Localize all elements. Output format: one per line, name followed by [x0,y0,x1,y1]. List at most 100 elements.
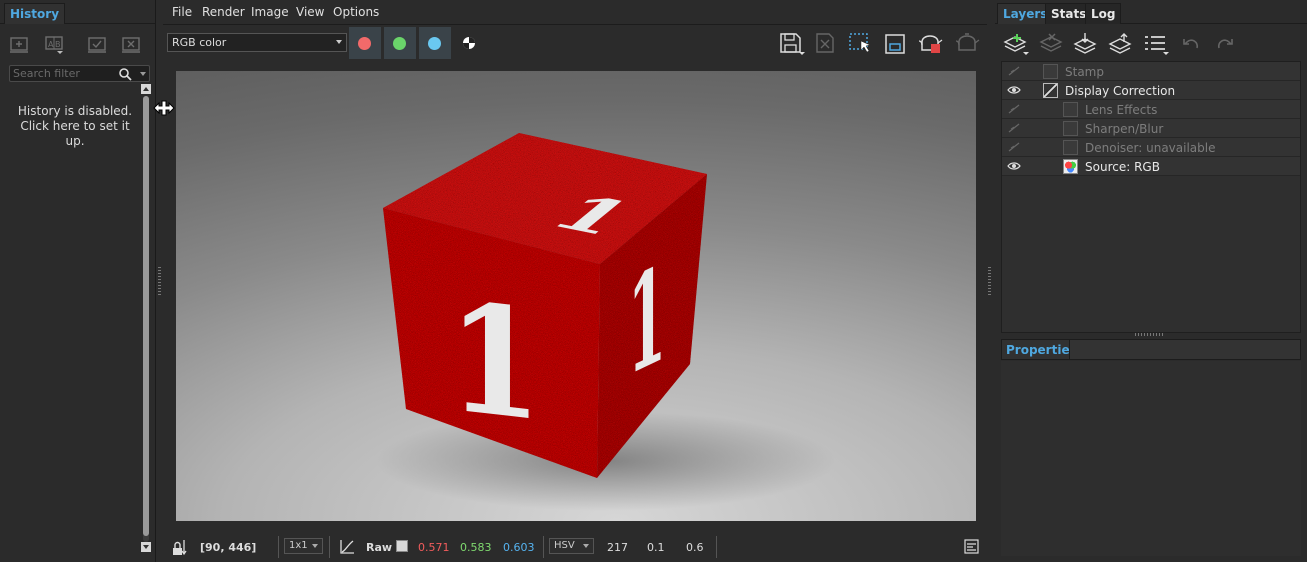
value-value: 0.6 [686,541,704,554]
menu-options[interactable]: Options [333,5,379,19]
move-layer-up-icon[interactable] [1108,32,1132,56]
menu-view[interactable]: View [296,5,324,19]
scroll-up-icon[interactable] [141,84,151,94]
separator [543,536,544,558]
close-image-icon[interactable] [811,31,839,57]
blue-value: 0.603 [503,541,535,554]
alpha-channel-icon[interactable] [462,36,476,50]
green-channel-icon [393,37,406,50]
history-scrollbar[interactable] [141,84,151,554]
add-snapshot-icon[interactable] [8,33,30,55]
view-toolbar: RGB color [163,26,988,62]
left-splitter[interactable] [157,0,162,562]
tab-history[interactable]: History [4,3,66,24]
red-channel-icon [358,37,371,50]
layers-panel: Layers Stats Log Stamp Display Correction… [995,0,1307,562]
stop-render-icon[interactable] [916,31,944,57]
undo-icon[interactable] [1181,34,1201,54]
layers-toolbar [1003,32,1243,58]
info-panel-icon[interactable] [964,539,979,554]
pixel-coordinates: [90, 446] [200,541,257,554]
svg-text:B: B [55,40,61,49]
layer-row[interactable]: Denoiser: unavailable [1002,138,1300,157]
history-toolbar: AB [8,33,148,55]
blue-channel-icon [428,37,441,50]
search-icon[interactable] [118,67,132,81]
add-layer-icon[interactable] [1003,32,1029,56]
eye-icon[interactable] [1007,84,1021,96]
blue-channel-button[interactable] [419,27,451,59]
fit-to-window-icon[interactable] [881,31,909,57]
layer-type-icon [1063,102,1078,117]
horizontal-splitter[interactable] [1135,333,1165,336]
cube-left-label: 1 [448,269,542,456]
properties-body [1001,361,1301,556]
scroll-thumb[interactable] [143,96,149,536]
move-layer-down-icon[interactable] [1073,32,1097,56]
separator [329,536,330,558]
layer-type-icon [1063,121,1078,136]
history-search-box [9,65,150,82]
cube-right-label: 1 [628,235,666,406]
history-tab-strip: History [0,3,155,24]
chevron-down-icon [336,40,342,44]
redo-icon[interactable] [1215,34,1235,54]
eye-icon[interactable] [1007,160,1021,172]
properties-header: Properties [1001,339,1301,360]
save-snapshot-icon[interactable] [86,33,108,55]
tab-log[interactable]: Log [1085,3,1122,24]
right-splitter[interactable] [987,0,992,562]
red-channel-button[interactable] [349,27,381,59]
menu-file[interactable]: File [172,5,192,19]
region-select-icon[interactable] [847,31,875,57]
status-bar: [90, 446] 1x1 Raw 0.571 0.583 0.603 HSV … [163,530,988,562]
history-disabled-message[interactable]: History is disabled. Click here to set i… [10,104,140,149]
eye-hidden-icon[interactable] [1007,122,1021,134]
chevron-down-icon[interactable] [139,70,147,78]
rendered-cube-image: 1 1 1 [376,133,836,511]
scroll-down-icon[interactable] [141,542,151,552]
layer-row[interactable]: Stamp [1002,62,1300,81]
main-view: File Render Image View Options RGB color [163,0,988,562]
curve-icon[interactable] [338,538,356,556]
layer-row[interactable]: Source: RGB [1002,157,1300,176]
search-input[interactable] [13,66,115,81]
green-channel-button[interactable] [384,27,416,59]
color-space-select[interactable]: HSV [549,538,594,554]
sample-size-value: 1x1 [289,540,308,551]
svg-text:A: A [48,40,54,49]
history-message-line1: History is disabled. [17,104,133,118]
render-viewport[interactable]: 1 1 1 [176,71,976,521]
channel-select[interactable]: RGB color [167,33,347,52]
menubar: File Render Image View Options [163,0,988,25]
eye-hidden-icon[interactable] [1007,141,1021,153]
remove-layer-icon[interactable] [1039,32,1063,56]
layer-list-menu-icon[interactable] [1143,32,1171,56]
color-space-value: HSV [554,540,575,551]
right-tab-strip: Layers Stats Log [995,3,1307,24]
eye-hidden-icon[interactable] [1007,103,1021,115]
layer-row[interactable]: Sharpen/Blur [1002,119,1300,138]
eye-hidden-icon[interactable] [1007,65,1021,77]
resize-cursor-icon [153,100,175,116]
compare-ab-icon[interactable]: AB [43,33,65,55]
pin-lock-icon[interactable] [172,538,190,556]
start-render-icon[interactable] [953,31,981,57]
chevron-down-icon [312,544,318,548]
layer-row[interactable]: Display Correction [1002,81,1300,100]
delete-snapshot-icon[interactable] [120,33,142,55]
red-value: 0.571 [418,541,450,554]
menu-image[interactable]: Image [251,5,289,19]
layer-row[interactable]: Lens Effects [1002,100,1300,119]
layer-type-icon [1043,64,1058,79]
chevron-down-icon [583,544,589,548]
save-image-icon[interactable] [777,31,805,57]
separator [278,536,279,558]
menu-render[interactable]: Render [202,5,245,19]
hue-value: 217 [607,541,628,554]
layer-name: Lens Effects [1085,103,1158,117]
green-value: 0.583 [460,541,492,554]
layers-list: Stamp Display Correction Lens Effects Sharp… [1001,61,1301,333]
layer-name: Display Correction [1065,84,1176,98]
sample-size-select[interactable]: 1x1 [284,538,323,554]
